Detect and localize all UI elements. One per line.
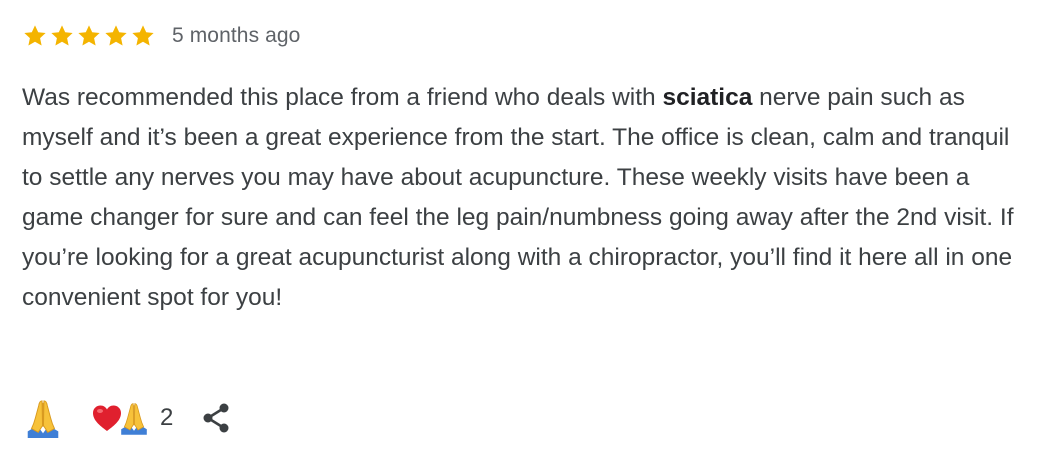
folded-hands-icon	[121, 403, 147, 435]
review-text-part: nerve pain such as myself and it’s been …	[22, 84, 1014, 311]
star-icon	[76, 23, 102, 49]
star-rating	[22, 23, 156, 49]
reaction-count: 2	[160, 404, 174, 431]
share-icon[interactable]	[199, 401, 233, 435]
review-header: 5 months ago	[22, 18, 1032, 54]
star-icon	[130, 23, 156, 49]
review-text: Was recommended this place from a friend…	[22, 78, 1032, 318]
star-icon	[22, 23, 48, 49]
reactions-summary[interactable]: 2	[90, 400, 173, 436]
star-icon	[49, 23, 75, 49]
star-icon	[103, 23, 129, 49]
folded-hands-icon	[27, 400, 59, 439]
review-text-part: Was recommended this place from a friend…	[22, 84, 663, 111]
review-card: 5 months ago Was recommended this place …	[22, 18, 1032, 318]
highlighted-keyword: sciatica	[662, 84, 753, 111]
react-button[interactable]	[22, 396, 64, 440]
review-date: 5 months ago	[172, 24, 301, 47]
review-actions: 2	[22, 396, 233, 440]
